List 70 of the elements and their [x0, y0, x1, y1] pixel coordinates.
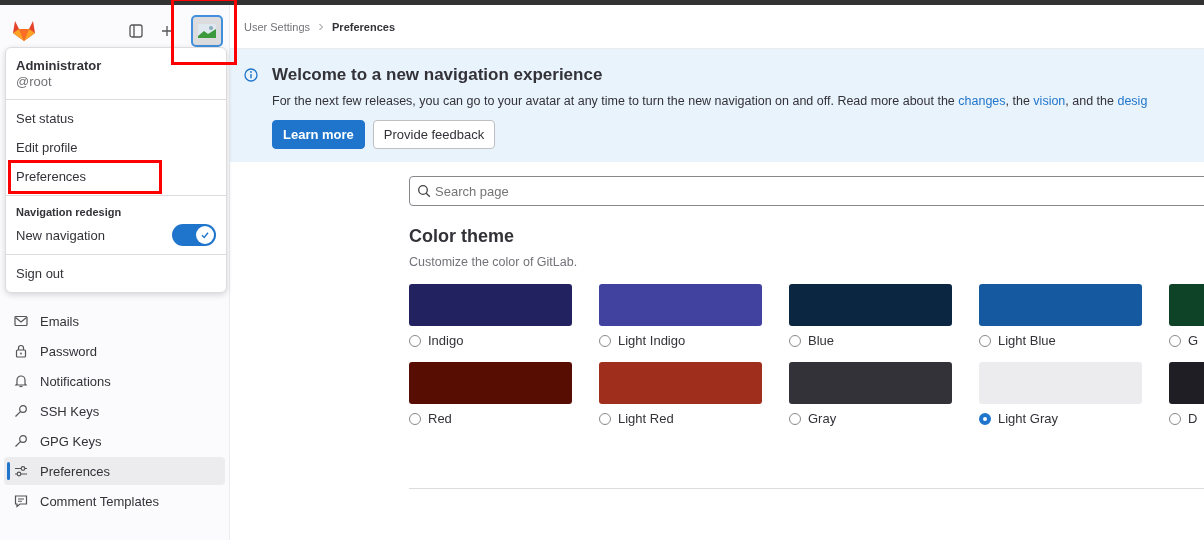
radio-button[interactable]	[409, 334, 421, 347]
sliders-icon	[14, 464, 28, 478]
radio-button[interactable]	[409, 412, 421, 425]
key-icon	[14, 434, 28, 448]
theme-label: Red	[428, 411, 452, 426]
radio-button[interactable]	[789, 334, 801, 347]
menu-item[interactable]: Edit profile	[6, 133, 226, 162]
color-swatch[interactable]	[599, 284, 762, 326]
theme-label: Light Gray	[998, 411, 1058, 426]
sidebar-item[interactable]: Comment Templates	[4, 487, 225, 515]
feedback-button[interactable]: Provide feedback	[372, 120, 496, 149]
color-swatch[interactable]	[599, 362, 762, 404]
chevron-right-icon	[318, 22, 325, 31]
radio-button[interactable]	[789, 412, 801, 425]
sign-out-item[interactable]: Sign out	[6, 259, 226, 288]
menu-item[interactable]: Preferences	[6, 162, 226, 191]
check-icon	[200, 230, 210, 240]
key-icon	[14, 404, 28, 418]
radio-button[interactable]	[979, 334, 991, 347]
toggle-label: New navigation	[16, 227, 105, 243]
toggle-switch[interactable]	[172, 224, 216, 246]
theme-label: Light Blue	[998, 333, 1056, 348]
section-description: Customize the color of GitLab.	[409, 255, 579, 269]
sidebar-item[interactable]: Preferences	[4, 457, 225, 485]
search-field[interactable]: Search page	[409, 176, 1204, 206]
color-swatch[interactable]	[409, 284, 572, 326]
sidebar-item[interactable]: GPG Keys	[4, 427, 225, 455]
section-title: Navigation redesign	[15, 205, 123, 220]
banner-text: For the next few releases, you can go to your avatar at any time to turn the new navigation on and off. Read more about the changes, the vision, and the desig	[272, 94, 1148, 108]
theme-label: Light Red	[618, 411, 674, 426]
avatar-button[interactable]	[191, 15, 223, 47]
plus-icon[interactable]	[161, 25, 173, 37]
fox-logo-icon[interactable]	[12, 20, 36, 42]
banner-link[interactable]: desig	[1117, 94, 1148, 108]
user-name: Administrator	[16, 58, 103, 73]
theme-label: G	[1188, 333, 1199, 348]
envelope-icon	[14, 314, 28, 328]
radio-button[interactable]	[1169, 334, 1181, 347]
menu-item[interactable]: Set status	[6, 104, 226, 133]
banner-title: Welcome to a new navigation experience	[272, 65, 604, 85]
radio-button[interactable]	[1169, 412, 1181, 425]
theme-label: D	[1188, 411, 1198, 426]
comment-icon	[14, 494, 28, 508]
color-swatch[interactable]	[789, 284, 952, 326]
broken-image-icon	[197, 23, 217, 39]
user-handle: @root	[16, 74, 53, 89]
sidebar-item[interactable]: Emails	[4, 307, 225, 335]
lock-icon	[14, 344, 28, 358]
radio-button[interactable]	[599, 412, 611, 425]
color-swatch[interactable]	[979, 284, 1142, 326]
theme-label: Indigo	[428, 333, 464, 348]
learn-more-button[interactable]: Learn more	[272, 120, 365, 149]
breadcrumb-link[interactable]: User Settings	[244, 20, 311, 33]
sidebar-toggle-icon[interactable]	[129, 24, 143, 38]
section-heading: Color theme	[409, 226, 515, 247]
bell-icon	[14, 374, 28, 388]
sidebar-item[interactable]: Notifications	[4, 367, 225, 395]
search-icon	[417, 184, 431, 198]
theme-label: Gray	[808, 411, 837, 426]
color-swatch[interactable]	[789, 362, 952, 404]
color-swatch[interactable]	[409, 362, 572, 404]
radio-button[interactable]	[599, 334, 611, 347]
breadcrumb-link[interactable]: Preferences	[332, 20, 396, 33]
sidebar-item[interactable]: SSH Keys	[4, 397, 225, 425]
radio-button[interactable]	[979, 412, 991, 425]
banner-link[interactable]: changes	[958, 94, 1006, 108]
sidebar-item[interactable]: Password	[4, 337, 225, 365]
theme-label: Light Indigo	[618, 333, 686, 348]
info-icon	[244, 68, 258, 82]
theme-label: Blue	[808, 333, 835, 348]
